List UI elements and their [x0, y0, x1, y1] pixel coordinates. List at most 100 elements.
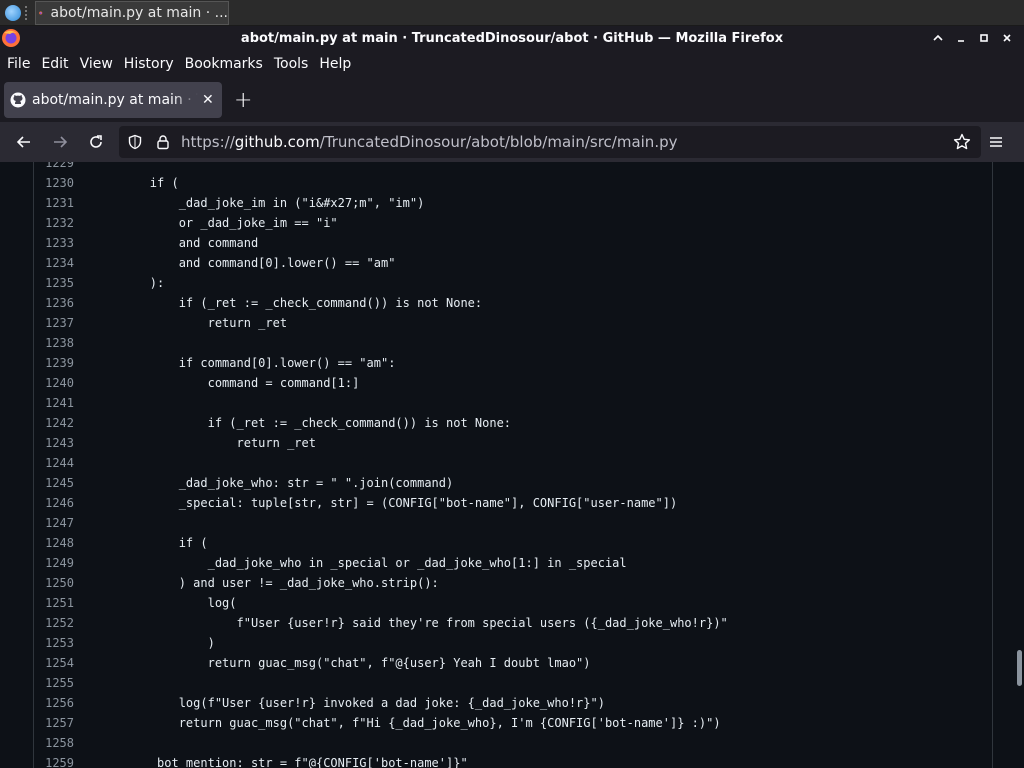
taskbar: abot/main.py at main · ...: [0, 0, 1024, 26]
firefox-icon: [39, 10, 43, 15]
maximize-icon: [979, 34, 988, 42]
line-number[interactable]: 1229: [34, 162, 74, 173]
menu-tools[interactable]: Tools: [274, 56, 309, 72]
line-number[interactable]: 1250: [34, 573, 74, 593]
line-number[interactable]: 1246: [34, 493, 74, 513]
code-line: 1250 ) and user != _dad_joke_who.strip()…: [34, 573, 984, 593]
code-line: 1251 log(: [34, 593, 984, 613]
code-text: if (_ret := _check_command()) is not Non…: [92, 416, 512, 430]
code-line: 1230 if (: [34, 173, 984, 193]
maximize-button[interactable]: [972, 26, 995, 50]
code-line: 1244: [34, 453, 984, 473]
code-text: ):: [92, 276, 165, 290]
line-number[interactable]: 1232: [34, 213, 74, 233]
menu-history[interactable]: History: [124, 56, 174, 72]
line-number[interactable]: 1243: [34, 433, 74, 453]
code-text: and command[0].lower() == "am": [92, 256, 396, 270]
url-host: github.com: [234, 133, 320, 151]
code-line: 1256 log(f"User {user!r} invoked a dad j…: [34, 693, 984, 713]
close-window-button[interactable]: [995, 26, 1018, 50]
window-shade-button[interactable]: [926, 26, 949, 50]
app-menu-button[interactable]: [978, 126, 1014, 158]
line-number[interactable]: 1237: [34, 313, 74, 333]
line-number[interactable]: 1244: [34, 453, 74, 473]
code-text: _bot_mention: str = f"@{CONFIG['bot-name…: [92, 756, 468, 768]
chevron-up-icon: [932, 34, 943, 41]
line-number[interactable]: 1240: [34, 373, 74, 393]
code-text: command = command[1:]: [92, 376, 360, 390]
tab-bar: abot/main.py at main · TruncatedDinosour…: [0, 78, 1024, 122]
menu-file[interactable]: File: [7, 56, 30, 72]
line-number[interactable]: 1236: [34, 293, 74, 313]
tab-close-button[interactable]: ✕: [202, 92, 214, 108]
menu-help[interactable]: Help: [319, 56, 351, 72]
code-line: 1239 if command[0].lower() == "am":: [34, 353, 984, 373]
back-button[interactable]: [6, 126, 42, 158]
line-number[interactable]: 1231: [34, 193, 74, 213]
line-number[interactable]: 1252: [34, 613, 74, 633]
close-icon: [1002, 34, 1011, 42]
menu-bookmarks[interactable]: Bookmarks: [185, 56, 263, 72]
app-launcher-icon[interactable]: [5, 4, 21, 21]
url-path: /TruncatedDinosour/abot/blob/main/src/ma…: [319, 133, 678, 151]
new-tab-button[interactable]: +: [234, 88, 252, 113]
reload-button[interactable]: [78, 126, 114, 158]
line-number[interactable]: 1234: [34, 253, 74, 273]
code-line: 1240 command = command[1:]: [34, 373, 984, 393]
lock-icon[interactable]: [155, 134, 171, 150]
code-line: 1252 f"User {user!r} said they're from s…: [34, 613, 984, 633]
tab-github-main-py[interactable]: abot/main.py at main · TruncatedDinosour…: [4, 82, 222, 118]
line-number[interactable]: 1258: [34, 733, 74, 753]
line-number[interactable]: 1255: [34, 673, 74, 693]
menu-edit[interactable]: Edit: [41, 56, 68, 72]
line-number[interactable]: 1251: [34, 593, 74, 613]
taskbar-separator: [25, 5, 33, 20]
menu-view[interactable]: View: [80, 56, 113, 72]
line-number[interactable]: 1239: [34, 353, 74, 373]
line-number[interactable]: 1249: [34, 553, 74, 573]
star-bookmark-icon[interactable]: [953, 133, 971, 151]
code-view: 1229 1230 if (1231 _dad_joke_im in ("i&#x…: [33, 162, 993, 768]
arrow-right-icon: [54, 136, 68, 148]
tab-label: abot/main.py at main · TruncatedDinosour…: [32, 92, 198, 108]
line-number[interactable]: 1257: [34, 713, 74, 733]
code-line: 1249 _dad_joke_who in _special or _dad_j…: [34, 553, 984, 573]
line-number[interactable]: 1256: [34, 693, 74, 713]
taskbar-task-firefox[interactable]: abot/main.py at main · ...: [35, 0, 229, 25]
code-text: _dad_joke_who in _special or _dad_joke_w…: [92, 556, 627, 570]
line-number[interactable]: 1233: [34, 233, 74, 253]
code-line: 1229: [34, 162, 984, 173]
line-number[interactable]: 1253: [34, 633, 74, 653]
line-number[interactable]: 1245: [34, 473, 74, 493]
window-titlebar: abot/main.py at main · TruncatedDinosour…: [0, 26, 1024, 50]
tracking-protection-shield-icon[interactable]: [127, 134, 143, 150]
line-number[interactable]: 1254: [34, 653, 74, 673]
line-number[interactable]: 1242: [34, 413, 74, 433]
forward-button[interactable]: [42, 126, 78, 158]
code-line: 1245 _dad_joke_who: str = " ".join(comma…: [34, 473, 984, 493]
line-number[interactable]: 1259: [34, 753, 74, 768]
code-line: 1259 _bot_mention: str = f"@{CONFIG['bot…: [34, 753, 984, 768]
page-content: 1229 1230 if (1231 _dad_joke_im in ("i&#x…: [0, 162, 1024, 768]
line-number[interactable]: 1230: [34, 173, 74, 193]
url-bar[interactable]: https://github.com/TruncatedDinosour/abo…: [119, 126, 981, 158]
code-line: 1243 return _ret: [34, 433, 984, 453]
code-line: 1231 _dad_joke_im in ("i&#x27;m", "im"): [34, 193, 984, 213]
page-scrollbar[interactable]: [1014, 162, 1024, 768]
line-number[interactable]: 1235: [34, 273, 74, 293]
line-number[interactable]: 1248: [34, 533, 74, 553]
line-number[interactable]: 1238: [34, 333, 74, 353]
hamburger-menu-icon: [990, 137, 1002, 147]
code-line: 1235 ):: [34, 273, 984, 293]
minimize-button[interactable]: [949, 26, 972, 50]
scrollbar-thumb[interactable]: [1017, 650, 1022, 686]
navigation-toolbar: https://github.com/TruncatedDinosour/abo…: [0, 122, 1024, 162]
line-number[interactable]: 1241: [34, 393, 74, 413]
code-text: return _ret: [92, 436, 316, 450]
code-line: 1255: [34, 673, 984, 693]
code-text: return guac_msg("chat", f"@{user} Yeah I…: [92, 656, 591, 670]
minimize-icon: [957, 40, 964, 42]
taskbar-task-label: abot/main.py at main · ...: [50, 4, 229, 21]
line-number[interactable]: 1247: [34, 513, 74, 533]
code-text: f"User {user!r} said they're from specia…: [92, 616, 728, 630]
